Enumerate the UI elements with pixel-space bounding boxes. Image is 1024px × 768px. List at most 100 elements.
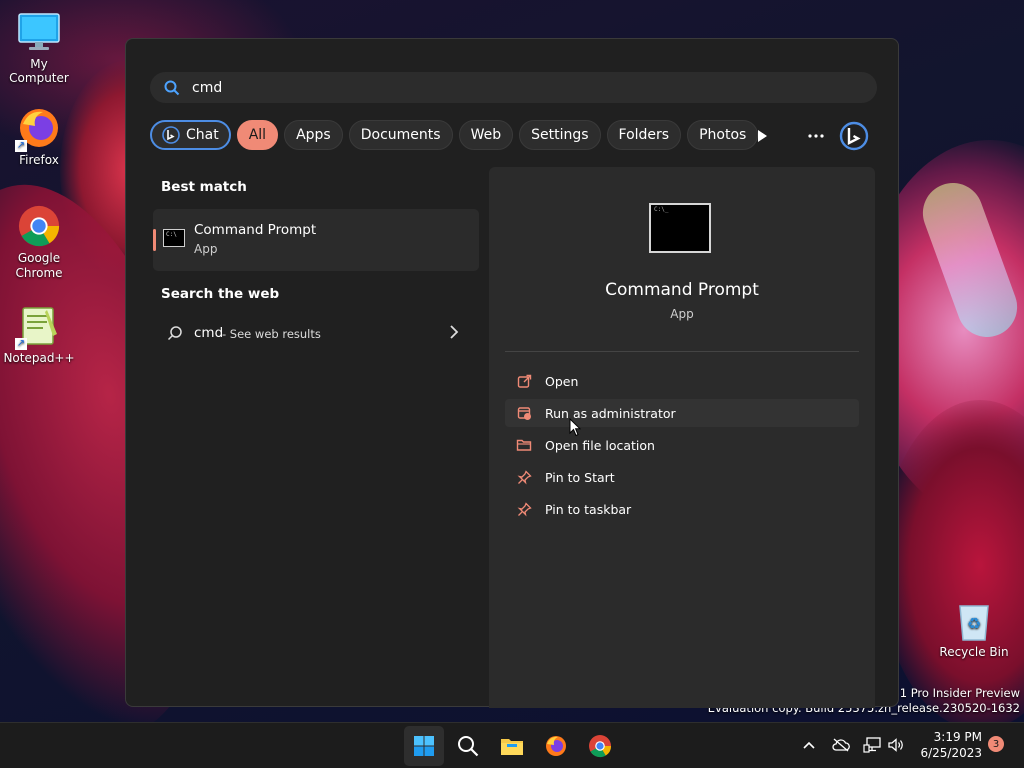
onedrive-button[interactable] [831, 735, 851, 755]
web-query: cmd [194, 325, 224, 341]
desktop-icon-chrome[interactable]: Google Chrome [1, 204, 77, 281]
search-icon [167, 325, 183, 341]
action-open[interactable]: Open [505, 367, 859, 395]
desktop-icon-label: Firefox [19, 153, 59, 167]
more-options-button[interactable] [804, 124, 828, 148]
chevron-up-icon [803, 741, 815, 749]
search-icon [164, 80, 180, 96]
desktop-icon-label: Notepad++ [3, 351, 75, 365]
firefox-icon: ↗ [15, 106, 61, 152]
open-external-icon [515, 372, 533, 390]
network-icon [863, 737, 881, 753]
firefox-icon [546, 736, 566, 756]
windows-logo-icon [414, 736, 434, 756]
action-label: Open [545, 373, 579, 389]
action-label: Run as administrator [545, 405, 676, 421]
search-input[interactable] [190, 78, 794, 97]
action-label: Open file location [545, 437, 655, 453]
start-button[interactable] [404, 726, 444, 766]
desktop-icon-recycle-bin[interactable]: ♻ Recycle Bin [936, 598, 1012, 659]
desktop-icon-notepadpp[interactable]: ↗ Notepad++ [1, 304, 77, 365]
filter-chips: Chat All Apps Documents Web Settings Fol… [150, 120, 759, 150]
bing-icon [162, 126, 180, 144]
web-suffix: - See web results [222, 327, 321, 341]
filter-label: Chat [186, 127, 219, 143]
taskbar-firefox[interactable] [536, 726, 576, 766]
folder-icon [501, 739, 523, 755]
result-preview-pane: C:\_ Command Prompt App Open Run as admi… [489, 167, 875, 708]
taskbar-clock[interactable]: 3:19 PM 6/25/2023 [918, 729, 982, 761]
taskbar-chrome[interactable] [580, 726, 620, 766]
filter-photos[interactable]: Photos [687, 120, 759, 150]
shortcut-arrow-icon: ↗ [15, 140, 27, 152]
filter-chat[interactable]: Chat [150, 120, 231, 150]
monitor-icon [17, 10, 61, 54]
filter-settings[interactable]: Settings [519, 120, 601, 150]
filter-all[interactable]: All [236, 120, 279, 150]
show-hidden-icons-button[interactable] [799, 735, 819, 755]
cloud-offline-icon [832, 738, 850, 752]
result-name: Command Prompt [194, 222, 317, 238]
preview-title: Command Prompt [605, 280, 759, 300]
notepadpp-icon: ↗ [15, 304, 61, 350]
svg-text:♻: ♻ [967, 614, 981, 633]
preview-type: App [670, 307, 694, 321]
search-box[interactable] [150, 72, 877, 103]
more-filters-button[interactable] [750, 124, 774, 148]
taskbar: 3:19 PM 6/25/2023 3 [0, 722, 1024, 768]
bing-chat-button[interactable] [838, 120, 870, 152]
action-run-as-administrator[interactable]: Run as administrator [505, 399, 859, 427]
filter-label: Folders [618, 127, 670, 143]
search-web-heading: Search the web [161, 286, 280, 302]
chrome-icon [17, 204, 61, 248]
filter-label: Web [470, 127, 502, 143]
filter-documents[interactable]: Documents [348, 120, 453, 150]
desktop-icon-label: Google Chrome [15, 251, 63, 280]
result-command-prompt[interactable]: C:\ Command Prompt App [153, 209, 479, 271]
action-open-file-location[interactable]: Open file location [505, 431, 859, 459]
action-pin-to-start[interactable]: Pin to Start [505, 463, 859, 491]
best-match-heading: Best match [161, 179, 247, 195]
chrome-icon [589, 735, 612, 758]
cmd-preview-icon: C:\_ [649, 203, 711, 253]
pin-icon [515, 468, 533, 486]
action-label: Pin to taskbar [545, 501, 632, 517]
desktop-icon-my-computer[interactable]: My Computer [1, 10, 77, 85]
pin-icon [515, 500, 533, 518]
filter-folders[interactable]: Folders [606, 120, 682, 150]
filter-apps[interactable]: Apps [284, 120, 343, 150]
recycle-bin-icon: ♻ [952, 598, 996, 642]
desktop-icon-label: Recycle Bin [939, 645, 1009, 659]
preview-divider [505, 351, 859, 352]
network-button[interactable] [862, 735, 882, 755]
filter-label: Settings [531, 127, 589, 143]
filter-label: Documents [360, 127, 441, 143]
action-pin-to-taskbar[interactable]: Pin to taskbar [505, 495, 859, 523]
folder-icon [515, 436, 533, 454]
shortcut-arrow-icon: ↗ [15, 338, 27, 350]
filter-label: Apps [296, 127, 331, 143]
bing-icon [839, 121, 869, 151]
result-type: App [194, 242, 218, 256]
taskbar-file-explorer[interactable] [492, 726, 532, 766]
web-result-cmd[interactable]: cmd - See web results [153, 313, 479, 353]
search-icon [458, 736, 479, 757]
filter-web[interactable]: Web [458, 120, 514, 150]
cmd-app-icon: C:\ [163, 229, 185, 247]
notification-badge[interactable]: 3 [988, 736, 1004, 752]
desktop-icon-firefox[interactable]: ↗ Firefox [1, 106, 77, 167]
ellipsis-icon [808, 134, 824, 138]
action-label: Pin to Start [545, 469, 615, 485]
desktop-icon-label: My Computer [9, 57, 69, 85]
play-icon [758, 130, 767, 142]
volume-button[interactable] [886, 735, 906, 755]
search-panel: Chat All Apps Documents Web Settings Fol… [125, 38, 899, 708]
shield-admin-icon [515, 404, 533, 422]
taskbar-search-button[interactable] [448, 726, 488, 766]
selection-accent [153, 229, 156, 251]
mouse-cursor-icon [569, 417, 582, 441]
speaker-icon [888, 738, 903, 752]
chevron-right-icon [449, 325, 459, 339]
filter-label: All [248, 127, 267, 143]
clock-date: 6/25/2023 [920, 746, 982, 760]
